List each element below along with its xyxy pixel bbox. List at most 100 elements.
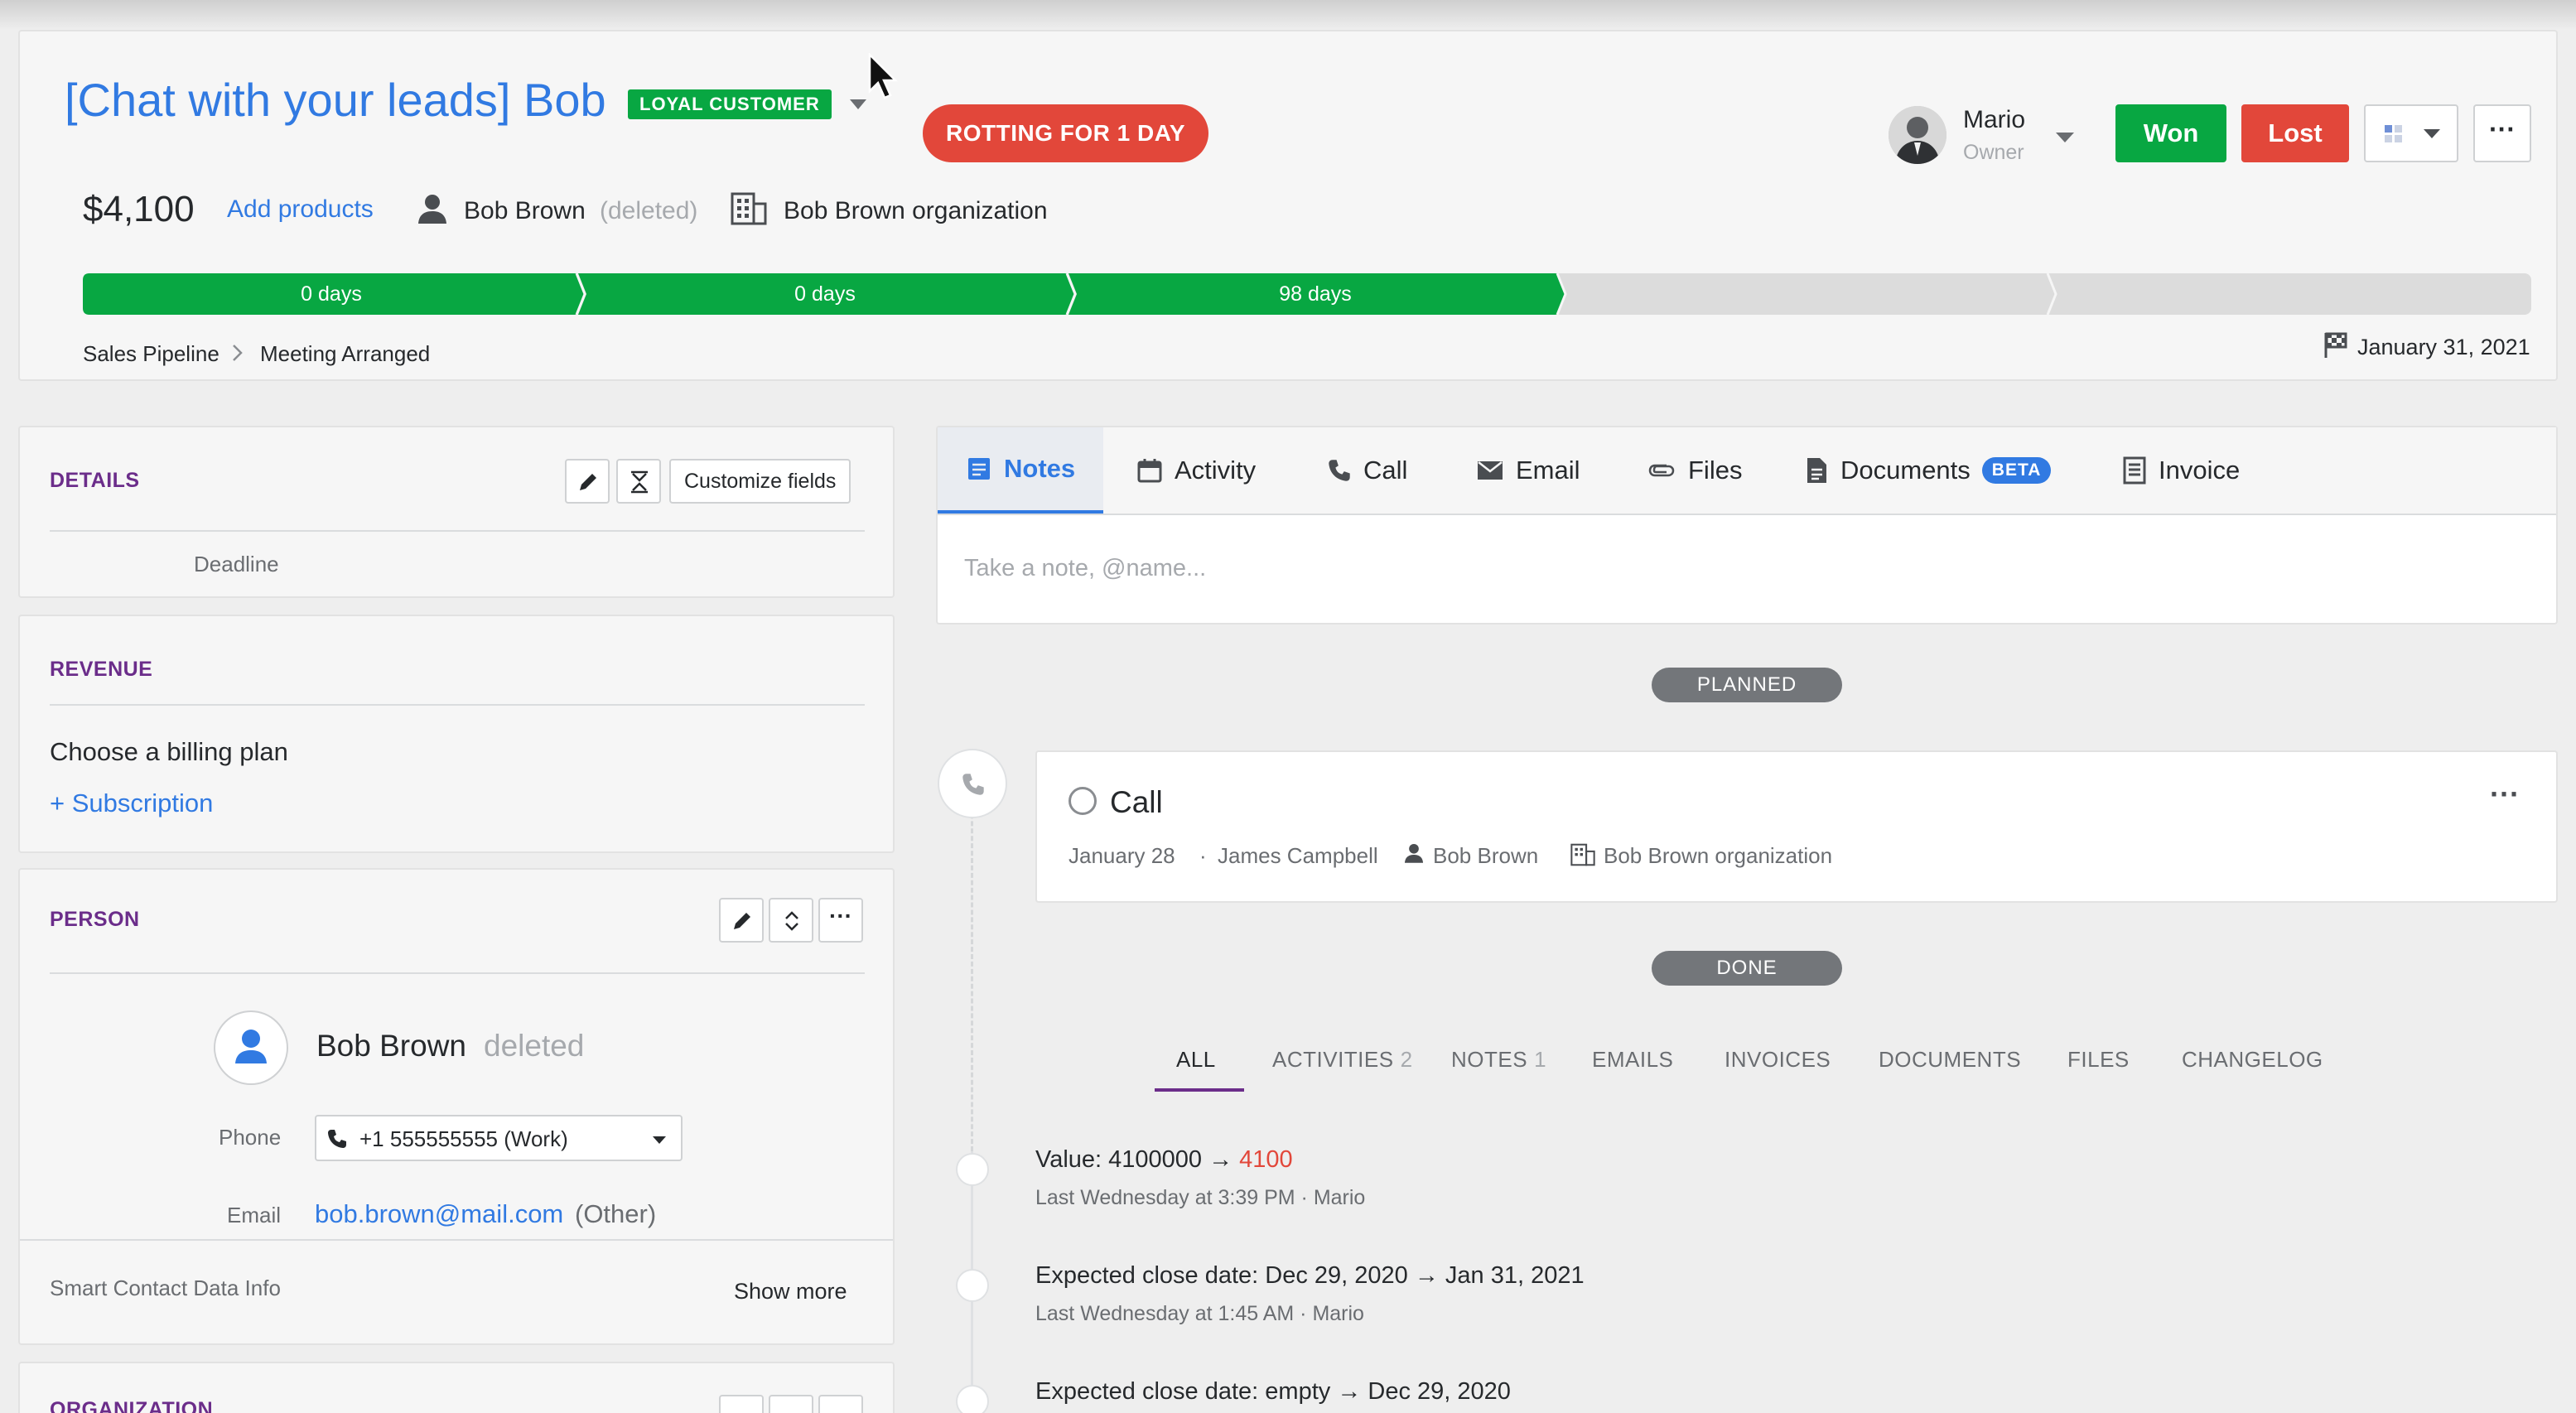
email-label: Email xyxy=(227,1203,282,1227)
filter-all-label: ALL xyxy=(1176,1047,1216,1072)
tab-invoice[interactable]: Invoice xyxy=(2122,427,2240,514)
note-icon xyxy=(968,458,990,480)
deadline-field-label[interactable]: Deadline xyxy=(194,552,279,577)
activity-assignee[interactable]: James Campbell xyxy=(1218,843,1378,869)
pipeline-stage-2-label[interactable]: 0 days xyxy=(580,273,1070,315)
filter-documents[interactable]: DOCUMENTS xyxy=(1879,1047,2021,1073)
tab-email[interactable]: Email xyxy=(1476,427,1580,514)
owner-avatar[interactable] xyxy=(1889,106,1946,164)
expand-organization-button[interactable] xyxy=(769,1395,813,1413)
composer-tabs: Notes Activity Call Email Files Document… xyxy=(938,427,2556,515)
paperclip-icon xyxy=(1648,464,1675,477)
tab-call-label: Call xyxy=(1363,456,1408,485)
smart-contact-info[interactable]: Smart Contact Data Info xyxy=(50,1276,281,1301)
breadcrumb-stage[interactable]: Meeting Arranged xyxy=(260,341,430,367)
activity-more-button[interactable]: ··· xyxy=(2490,777,2520,812)
label-dropdown-caret-icon[interactable] xyxy=(850,99,866,109)
pipeline-stage-4-label[interactable] xyxy=(1561,273,2051,315)
add-products-link[interactable]: Add products xyxy=(227,195,374,224)
deal-value[interactable]: $4,100 xyxy=(83,189,195,230)
phone-icon xyxy=(328,1130,346,1148)
email-link[interactable]: bob.brown@mail.com xyxy=(315,1199,563,1229)
loyal-customer-label[interactable]: LOYAL CUSTOMER xyxy=(628,89,832,119)
tab-email-label: Email xyxy=(1516,456,1580,485)
activity-title[interactable]: Call xyxy=(1110,785,1163,820)
deal-header: [Chat with your leads] Bob LOYAL CUSTOME… xyxy=(18,30,2558,381)
person-footer-divider xyxy=(20,1239,893,1241)
deal-title[interactable]: [Chat with your leads] Bob xyxy=(65,73,606,127)
linked-person-link[interactable]: Bob Brown xyxy=(464,197,586,225)
filter-all[interactable]: ALL xyxy=(1176,1047,1216,1073)
pipeline-stage-1-label[interactable]: 0 days xyxy=(83,273,580,315)
rotting-status-badge: ROTTING FOR 1 DAY xyxy=(923,104,1209,162)
filter-notes[interactable]: NOTES 1 xyxy=(1451,1047,1546,1073)
owner-dropdown-caret-icon[interactable] xyxy=(2056,133,2074,142)
revenue-heading[interactable]: REVENUE xyxy=(50,658,152,682)
person-heading[interactable]: PERSON xyxy=(50,908,140,932)
activity-person-link[interactable]: Bob Brown xyxy=(1433,843,1538,869)
activity-org-link[interactable]: Bob Brown organization xyxy=(1604,843,1832,869)
organization-more-button[interactable] xyxy=(818,1395,863,1413)
edit-person-button[interactable] xyxy=(719,898,764,943)
planned-activity-card[interactable]: Call ··· January 28 · James Campbell Bob… xyxy=(1035,750,2558,903)
filter-emails[interactable]: EMAILS xyxy=(1592,1047,1673,1073)
mark-done-checkbox[interactable] xyxy=(1069,787,1097,815)
tab-activity[interactable]: Activity xyxy=(1136,427,1256,514)
revenue-card: REVENUE Choose a billing plan + Subscrip… xyxy=(18,615,895,853)
person-name[interactable]: Bob Brown xyxy=(316,1029,466,1063)
person-card: PERSON ··· Bob Brown deleted Phone +1 55… xyxy=(18,868,895,1345)
owner-name[interactable]: Mario xyxy=(1963,106,2025,134)
chevron-right-icon xyxy=(233,345,243,361)
expand-person-button[interactable] xyxy=(769,898,813,943)
filter-documents-label: DOCUMENTS xyxy=(1879,1047,2022,1072)
tab-files[interactable]: Files xyxy=(1647,427,1742,514)
tab-call[interactable]: Call xyxy=(1327,427,1407,514)
filter-activities-label: ACTIVITIES xyxy=(1272,1047,1394,1072)
done-section-label: DONE xyxy=(1652,951,1842,986)
won-button[interactable]: Won xyxy=(2115,104,2226,162)
note-input[interactable] xyxy=(964,543,2521,593)
tab-notes[interactable]: Notes xyxy=(938,427,1104,514)
document-icon xyxy=(1807,458,1826,483)
person-icon xyxy=(418,195,446,224)
filter-invoices[interactable]: INVOICES xyxy=(1725,1047,1831,1073)
change-entry-3: Expected close date: empty → Dec 29, 202… xyxy=(1035,1378,1511,1405)
person-more-button[interactable]: ··· xyxy=(818,898,863,943)
filter-activities[interactable]: ACTIVITIES 2 xyxy=(1272,1047,1413,1073)
phone-select[interactable]: +1 555555555 (Work) xyxy=(315,1115,683,1161)
pipeline-stage-bar: 0 days 0 days 98 days xyxy=(83,273,2531,315)
person-avatar[interactable] xyxy=(214,1010,288,1085)
ellipsis-icon: ··· xyxy=(829,903,852,928)
filter-changelog[interactable]: CHANGELOG xyxy=(2182,1047,2323,1073)
person-icon xyxy=(1404,843,1424,863)
pencil-icon xyxy=(580,474,596,490)
organization-heading[interactable]: ORGANIZATION xyxy=(50,1398,213,1413)
edit-organization-button[interactable] xyxy=(719,1395,764,1413)
filter-files[interactable]: FILES xyxy=(2067,1047,2130,1073)
breadcrumb-pipeline[interactable]: Sales Pipeline xyxy=(83,341,219,367)
tab-activity-label: Activity xyxy=(1175,456,1257,485)
edit-details-button[interactable] xyxy=(565,459,610,504)
linked-organization-link[interactable]: Bob Brown organization xyxy=(784,197,1048,225)
pipeline-stage-3-label[interactable]: 98 days xyxy=(1070,273,1561,315)
show-more-button[interactable]: Show more xyxy=(734,1279,847,1304)
tab-documents[interactable]: Documents BETA xyxy=(1804,427,2052,514)
owner-role: Owner xyxy=(1963,141,2024,164)
tab-invoice-label: Invoice xyxy=(2159,456,2241,485)
view-switch-button[interactable] xyxy=(2364,104,2458,162)
pencil-icon xyxy=(734,913,750,929)
change-entry-2-meta: Last Wednesday at 1:45 AM · Mario xyxy=(1035,1302,1364,1325)
billing-plan-label: Choose a billing plan xyxy=(50,737,288,766)
filter-notes-count: 1 xyxy=(1534,1047,1547,1072)
phone-value: +1 555555555 (Work) xyxy=(359,1126,568,1151)
phone-label: Phone xyxy=(219,1125,282,1150)
details-heading[interactable]: DETAILS xyxy=(50,469,140,493)
pipeline-stage-5-label[interactable] xyxy=(2051,273,2531,315)
add-subscription-link[interactable]: + Subscription xyxy=(50,788,213,818)
expected-close-date[interactable]: January 31, 2021 xyxy=(2357,335,2530,360)
more-actions-button[interactable]: ··· xyxy=(2473,104,2531,162)
customize-fields-button[interactable]: Customize fields xyxy=(669,459,851,504)
collapse-details-button[interactable] xyxy=(616,459,661,504)
filter-changelog-label: CHANGELOG xyxy=(2182,1047,2323,1072)
lost-button[interactable]: Lost xyxy=(2241,104,2349,162)
